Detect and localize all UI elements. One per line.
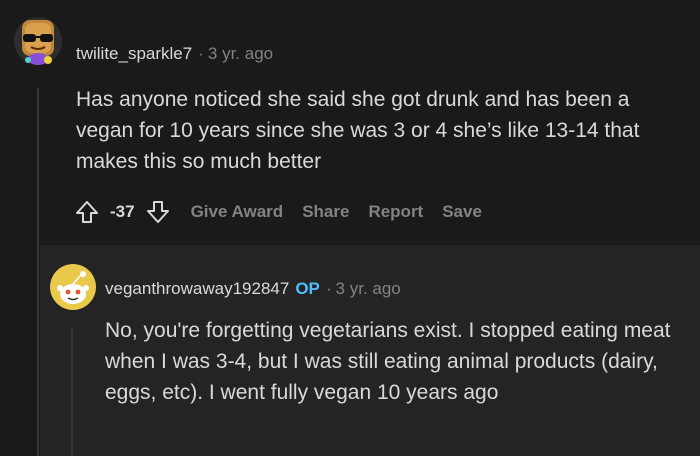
username[interactable]: twilite_sparkle7 [76, 44, 192, 63]
op-badge: OP [295, 279, 320, 298]
report-button[interactable]: Report [368, 202, 423, 222]
timestamp[interactable]: 3 yr. ago [336, 279, 401, 298]
thread-collapse-line[interactable] [37, 88, 39, 456]
reply-comment: veganthrowaway192847 OP · 3 yr. ago No, you… [40, 245, 700, 456]
comment-thread: twilite_sparkle7 · 3 yr. ago Has anyone no… [0, 0, 700, 456]
reply-meta: veganthrowaway192847 OP · 3 yr. ago [105, 278, 401, 300]
separator: · [325, 279, 332, 298]
separator: · [198, 44, 204, 63]
upvote-arrow-icon[interactable] [72, 197, 102, 227]
snoo-avatar-icon[interactable] [50, 264, 96, 310]
vote-score: -37 [110, 202, 135, 221]
comment-body: Has anyone noticed she said she got drun… [76, 88, 640, 173]
sunglasses-avatar-icon[interactable] [14, 14, 62, 68]
username[interactable]: veganthrowaway192847 [105, 279, 289, 298]
reply-body: No, you're forgetting vegetarians exist.… [105, 319, 671, 404]
comment-actions: -37 Give Award Share Report Save [72, 196, 482, 228]
downvote-arrow-icon[interactable] [143, 197, 173, 227]
timestamp[interactable]: 3 yr. ago [208, 44, 273, 63]
share-button[interactable]: Share [302, 202, 349, 222]
comment-meta: twilite_sparkle7 · 3 yr. ago [76, 43, 273, 65]
save-button[interactable]: Save [442, 202, 482, 222]
thread-collapse-line[interactable] [71, 327, 73, 456]
comment: twilite_sparkle7 · 3 yr. ago Has anyone no… [0, 0, 700, 456]
give-award-button[interactable]: Give Award [191, 202, 284, 222]
